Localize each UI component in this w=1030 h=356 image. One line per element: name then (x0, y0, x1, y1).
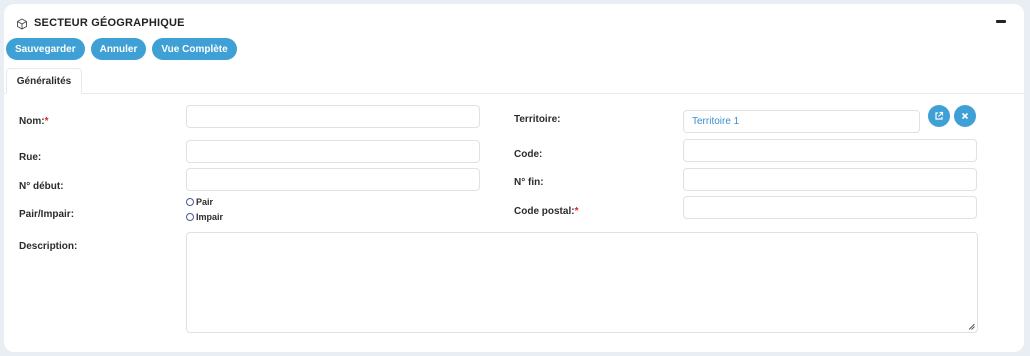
sector-panel: SECTEUR GÉOGRAPHIQUE Sauvegarder Annuler… (4, 4, 1024, 352)
cube-icon (16, 17, 28, 30)
tab-generalites[interactable]: Généralités (6, 68, 82, 94)
territoire-label: Territoire: (514, 114, 561, 125)
clear-button[interactable] (954, 105, 976, 127)
code-field[interactable] (683, 139, 977, 162)
cancel-button[interactable]: Annuler (90, 38, 147, 60)
code-label: Code: (514, 149, 543, 160)
rue-label: Rue: (19, 152, 42, 163)
num-debut-label: N° début: (19, 181, 64, 192)
description-label: Description: (19, 241, 78, 252)
resize-handle-icon[interactable] (968, 323, 975, 330)
num-fin-field[interactable] (683, 168, 977, 191)
radio-icon[interactable] (186, 198, 194, 206)
external-link-icon (935, 111, 944, 120)
territoire-field[interactable]: Territoire 1 (683, 110, 920, 133)
close-icon (961, 112, 969, 120)
save-button[interactable]: Sauvegarder (6, 38, 85, 60)
num-debut-field[interactable] (186, 168, 480, 191)
radio-icon[interactable] (186, 213, 194, 221)
pair-impair-label: Pair/Impair: (19, 209, 75, 220)
radio-impair[interactable]: Impair (186, 212, 223, 222)
page-title: SECTEUR GÉOGRAPHIQUE (34, 17, 185, 29)
description-textarea[interactable] (186, 232, 978, 333)
rue-field[interactable] (186, 140, 480, 163)
minus-icon[interactable] (996, 20, 1006, 23)
code-postal-field[interactable] (683, 196, 977, 219)
code-postal-label: Code postal:* (514, 206, 579, 217)
tab-bar: Généralités (4, 68, 1024, 94)
toolbar: Sauvegarder Annuler Vue Complète (6, 38, 237, 60)
open-link-button[interactable] (928, 105, 950, 127)
nom-field[interactable] (186, 105, 480, 128)
radio-pair[interactable]: Pair (186, 197, 213, 207)
nom-label: Nom:* (19, 116, 49, 127)
full-view-button[interactable]: Vue Complète (152, 38, 237, 60)
num-fin-label: N° fin: (514, 177, 544, 188)
panel-header: SECTEUR GÉOGRAPHIQUE (16, 14, 185, 32)
